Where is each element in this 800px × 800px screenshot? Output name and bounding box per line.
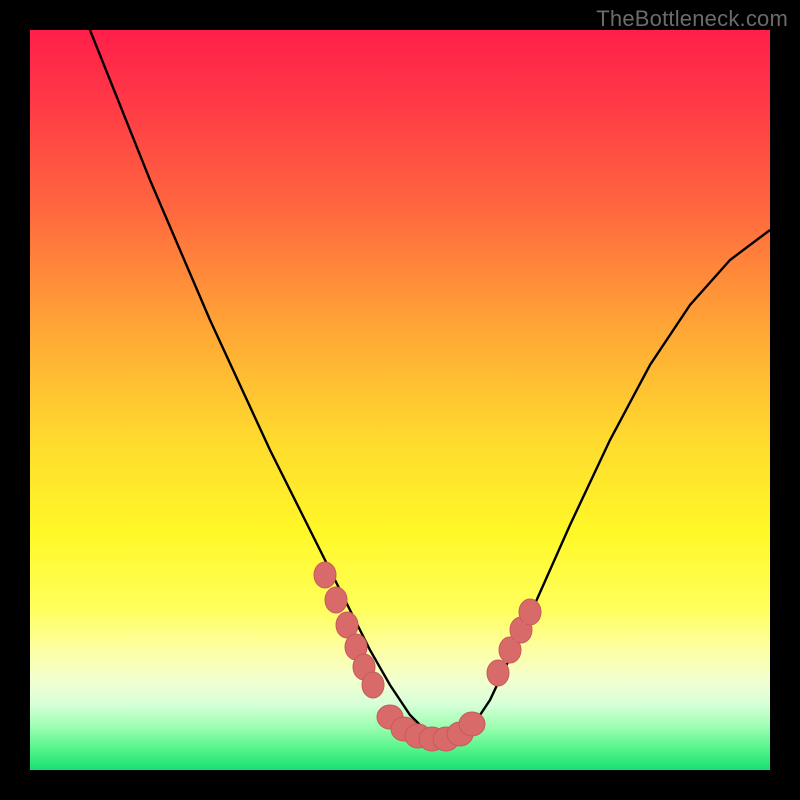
valley-dots-point: [459, 712, 485, 736]
right-arm-dots-point: [487, 660, 509, 686]
gradient-plot-area: [30, 30, 770, 770]
chart-svg: [30, 30, 770, 770]
bottleneck-curve: [90, 30, 770, 740]
left-arm-dots-point: [325, 587, 347, 613]
left-arm-dots-point: [362, 672, 384, 698]
left-arm-dots-point: [314, 562, 336, 588]
watermark-text: TheBottleneck.com: [596, 6, 788, 32]
